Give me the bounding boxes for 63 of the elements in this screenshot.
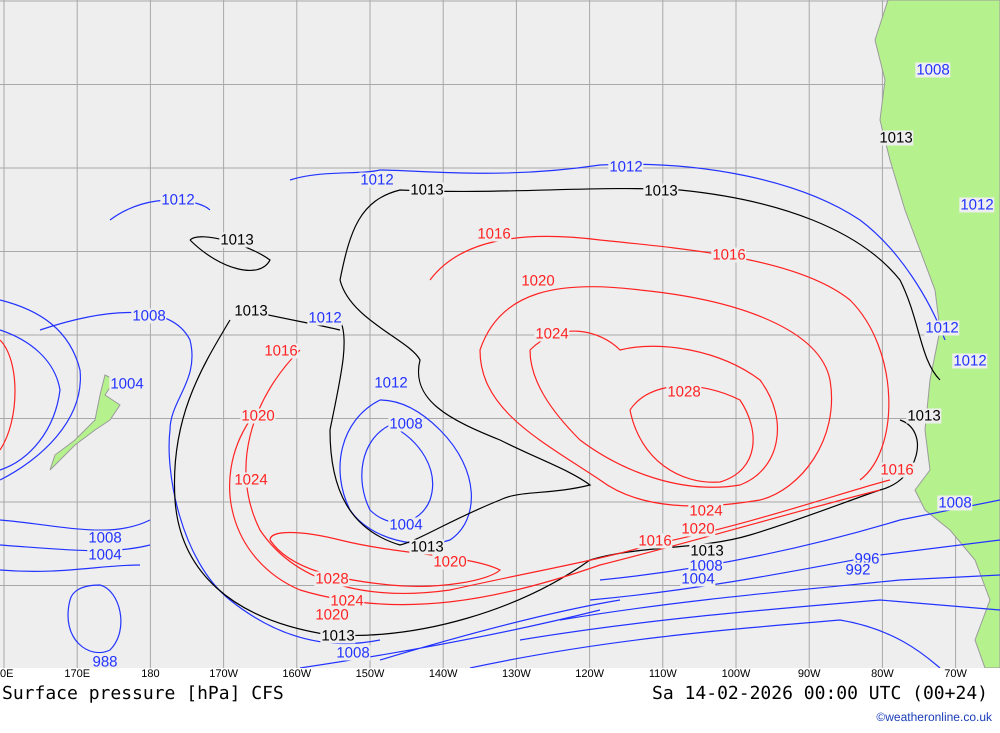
longitude-label: 120W <box>575 668 604 681</box>
longitude-label: 170W <box>209 668 238 681</box>
isobar-label: 1016 <box>476 226 512 242</box>
isobar-label: 1013 <box>689 544 725 558</box>
isobar-label: 1008 <box>335 646 371 660</box>
isobar-label: 992 <box>844 562 872 578</box>
isobar-label: 1008 <box>937 496 973 510</box>
isobar-label: 1024 <box>233 472 269 488</box>
isobar-label: 1013 <box>233 304 269 318</box>
isobar-label: 1008 <box>688 558 724 574</box>
isobar-label: 1008 <box>87 530 123 546</box>
isobar-label: 1024 <box>329 594 365 608</box>
isobar-label: 1016 <box>879 462 915 478</box>
isobar-label: 1012 <box>160 192 196 208</box>
isobar-label: 1008 <box>131 308 167 324</box>
isobar-label: 1012 <box>307 310 343 326</box>
isobar-label: 1016 <box>263 344 299 358</box>
isobar-label: 1024 <box>534 326 570 342</box>
isobar-label: 1028 <box>314 572 350 586</box>
isobar-label: 1013 <box>409 540 445 554</box>
longitude-label: 170E <box>64 668 90 681</box>
copyright-link[interactable]: ©weatheronline.co.uk <box>876 710 992 724</box>
isobar-label: 1013 <box>320 628 356 644</box>
isobar-label: 1028 <box>666 384 702 400</box>
isobar-label: 1004 <box>109 376 145 392</box>
longitude-label: 150W <box>356 668 384 681</box>
longitude-label: 160W <box>282 668 312 681</box>
isobar-label: 1012 <box>373 376 409 390</box>
longitude-label: 110W <box>648 668 677 681</box>
isobar-label: 1004 <box>680 572 716 586</box>
isobar-label: 1013 <box>906 408 942 424</box>
isobar-label: 1004 <box>388 518 424 532</box>
isobar-label: 1012 <box>952 354 988 368</box>
chart-title: Surface pressure [hPa] CFS <box>2 682 284 704</box>
valid-time: Sa 14-02-2026 00:00 UTC (00+24) <box>652 682 988 704</box>
isobar-label: 1008 <box>915 62 951 78</box>
isobar-label: 1013 <box>219 232 255 248</box>
isobar-label: 1012 <box>959 198 995 212</box>
isobar-label: 1020 <box>432 554 468 570</box>
isobar-label: 1004 <box>87 548 123 562</box>
longitude-label: 80W <box>871 668 894 681</box>
isobar-label: 1012 <box>359 172 395 188</box>
isobar-label: 1020 <box>240 408 276 424</box>
isobar-label: 1020 <box>680 522 716 536</box>
longitude-label: 130W <box>502 668 531 681</box>
isobar-label: 1013 <box>878 130 914 146</box>
isobar-label: 1008 <box>388 416 424 432</box>
isobar-label: 1012 <box>608 160 644 174</box>
isobar-label: 1020 <box>314 608 350 622</box>
isobar-label: 1024 <box>688 504 724 518</box>
isobar-label: 1016 <box>711 248 747 262</box>
longitude-label: 0E <box>0 668 14 681</box>
isobar-label: 1020 <box>520 274 556 288</box>
longitude-label: 180 <box>141 668 160 681</box>
longitude-label: 70W <box>944 668 967 681</box>
longitude-label: 100W <box>722 668 750 681</box>
isobar-label: 988 <box>91 654 119 668</box>
isobar-label: 1012 <box>924 320 960 336</box>
isobar-label: 1013 <box>409 182 445 198</box>
longitude-label: 90W <box>798 668 820 681</box>
isobar-label: 1013 <box>643 184 679 198</box>
isobar-label: 1016 <box>637 534 673 548</box>
longitude-label: 140W <box>428 668 458 681</box>
